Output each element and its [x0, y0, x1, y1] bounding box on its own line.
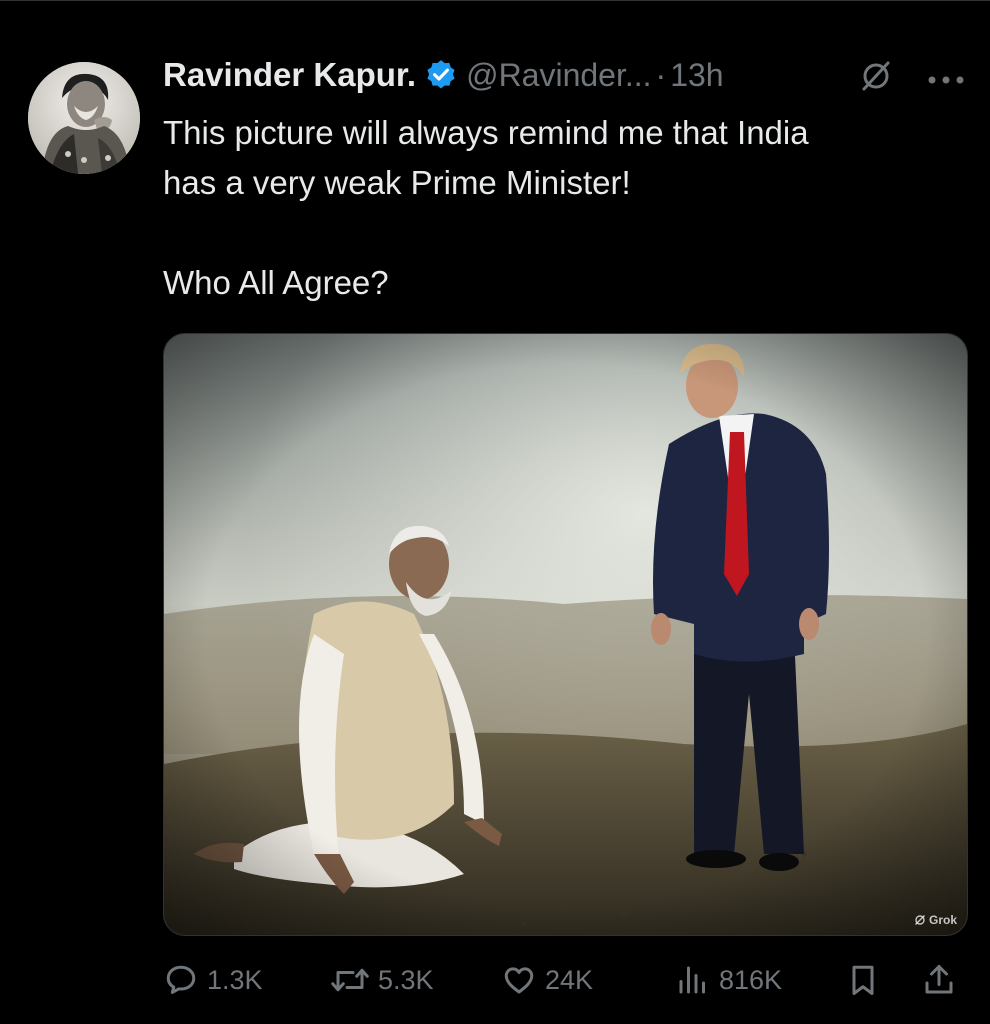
share-icon — [925, 965, 953, 994]
views-count: 816K — [719, 964, 783, 995]
reply-button[interactable]: 1.3K — [163, 955, 263, 1005]
like-button[interactable]: 24K — [501, 955, 593, 1005]
like-count: 24K — [545, 964, 594, 995]
repost-icon — [331, 968, 369, 992]
verified-badge-icon[interactable] — [424, 58, 458, 92]
action-bar: 1.3K 5.3K 24K 816K — [163, 955, 963, 1005]
reply-count: 1.3K — [207, 964, 263, 995]
views-icon — [679, 966, 705, 994]
grok-watermark: Grok — [914, 913, 957, 927]
repost-button[interactable]: 5.3K — [330, 955, 434, 1005]
views-button[interactable]: 816K — [675, 955, 782, 1005]
tweet-text: This picture will always remind me that … — [163, 114, 809, 301]
bookmark-button[interactable] — [845, 955, 889, 1005]
timestamp[interactable]: 13h — [670, 57, 723, 94]
share-button[interactable] — [921, 955, 965, 1005]
author-name[interactable]: Ravinder Kapur. — [163, 56, 416, 94]
repost-count: 5.3K — [378, 964, 434, 995]
tweet-header: Ravinder Kapur. @Ravinder... · 13h — [163, 52, 724, 98]
bookmark-icon — [852, 965, 874, 995]
author-handle[interactable]: @Ravinder... — [466, 57, 651, 94]
tweet-media-image[interactable]: Grok — [163, 333, 968, 936]
reply-icon — [166, 965, 196, 994]
separator-dot: · — [655, 56, 667, 93]
more-icon[interactable] — [926, 72, 966, 84]
watermark-label: Grok — [928, 913, 957, 927]
grok-icon[interactable] — [858, 58, 894, 94]
like-icon — [504, 967, 534, 994]
top-divider — [0, 0, 990, 1]
author-avatar[interactable] — [28, 62, 140, 174]
